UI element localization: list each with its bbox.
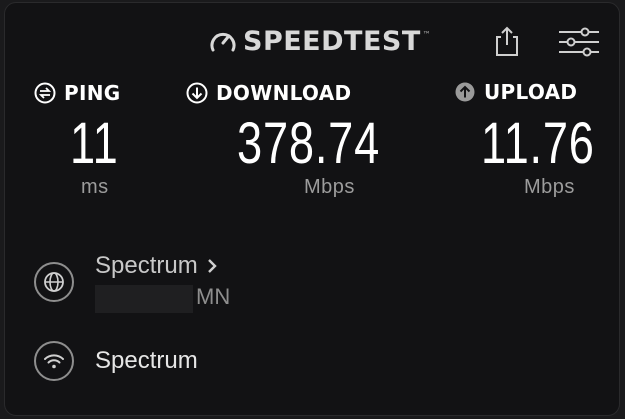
ping-swap-icon <box>34 82 56 104</box>
provider-name: Spectrum <box>95 347 198 374</box>
server-link[interactable]: Spectrum <box>95 252 218 280</box>
download-arrow-icon <box>186 82 208 104</box>
share-button[interactable] <box>494 25 520 61</box>
provider-wifi-badge <box>34 341 74 381</box>
download-value: 378.74 <box>237 111 381 176</box>
speedometer-icon <box>210 32 236 52</box>
ping-label-text: PING <box>64 81 121 105</box>
ping-unit: ms <box>81 176 109 198</box>
download-unit: Mbps <box>304 176 355 198</box>
globe-icon <box>44 272 64 292</box>
server-globe-badge <box>34 262 74 302</box>
settings-sliders-icon <box>559 27 599 57</box>
share-icon <box>496 26 518 56</box>
chevron-right-icon <box>207 259 217 273</box>
settings-button[interactable] <box>559 27 599 61</box>
speedtest-logo: SPEEDTEST ™ <box>209 25 431 57</box>
upload-arrow-icon <box>455 82 475 102</box>
download-label: DOWNLOAD <box>186 81 351 105</box>
upload-value: 11.76 <box>481 111 595 176</box>
logo-text: SPEEDTEST <box>243 25 421 57</box>
server-name: Spectrum <box>95 252 198 279</box>
upload-unit: Mbps <box>524 176 575 198</box>
server-location-suffix: MN <box>196 284 231 309</box>
upload-label: UPLOAD <box>454 80 577 104</box>
ping-label: PING <box>34 81 120 105</box>
redacted-location <box>95 285 193 313</box>
download-label-text: DOWNLOAD <box>216 81 352 105</box>
upload-label-text: UPLOAD <box>484 80 578 104</box>
trademark-mark: ™ <box>422 30 431 39</box>
ping-value: 11 <box>70 111 119 176</box>
wifi-icon <box>44 354 64 369</box>
